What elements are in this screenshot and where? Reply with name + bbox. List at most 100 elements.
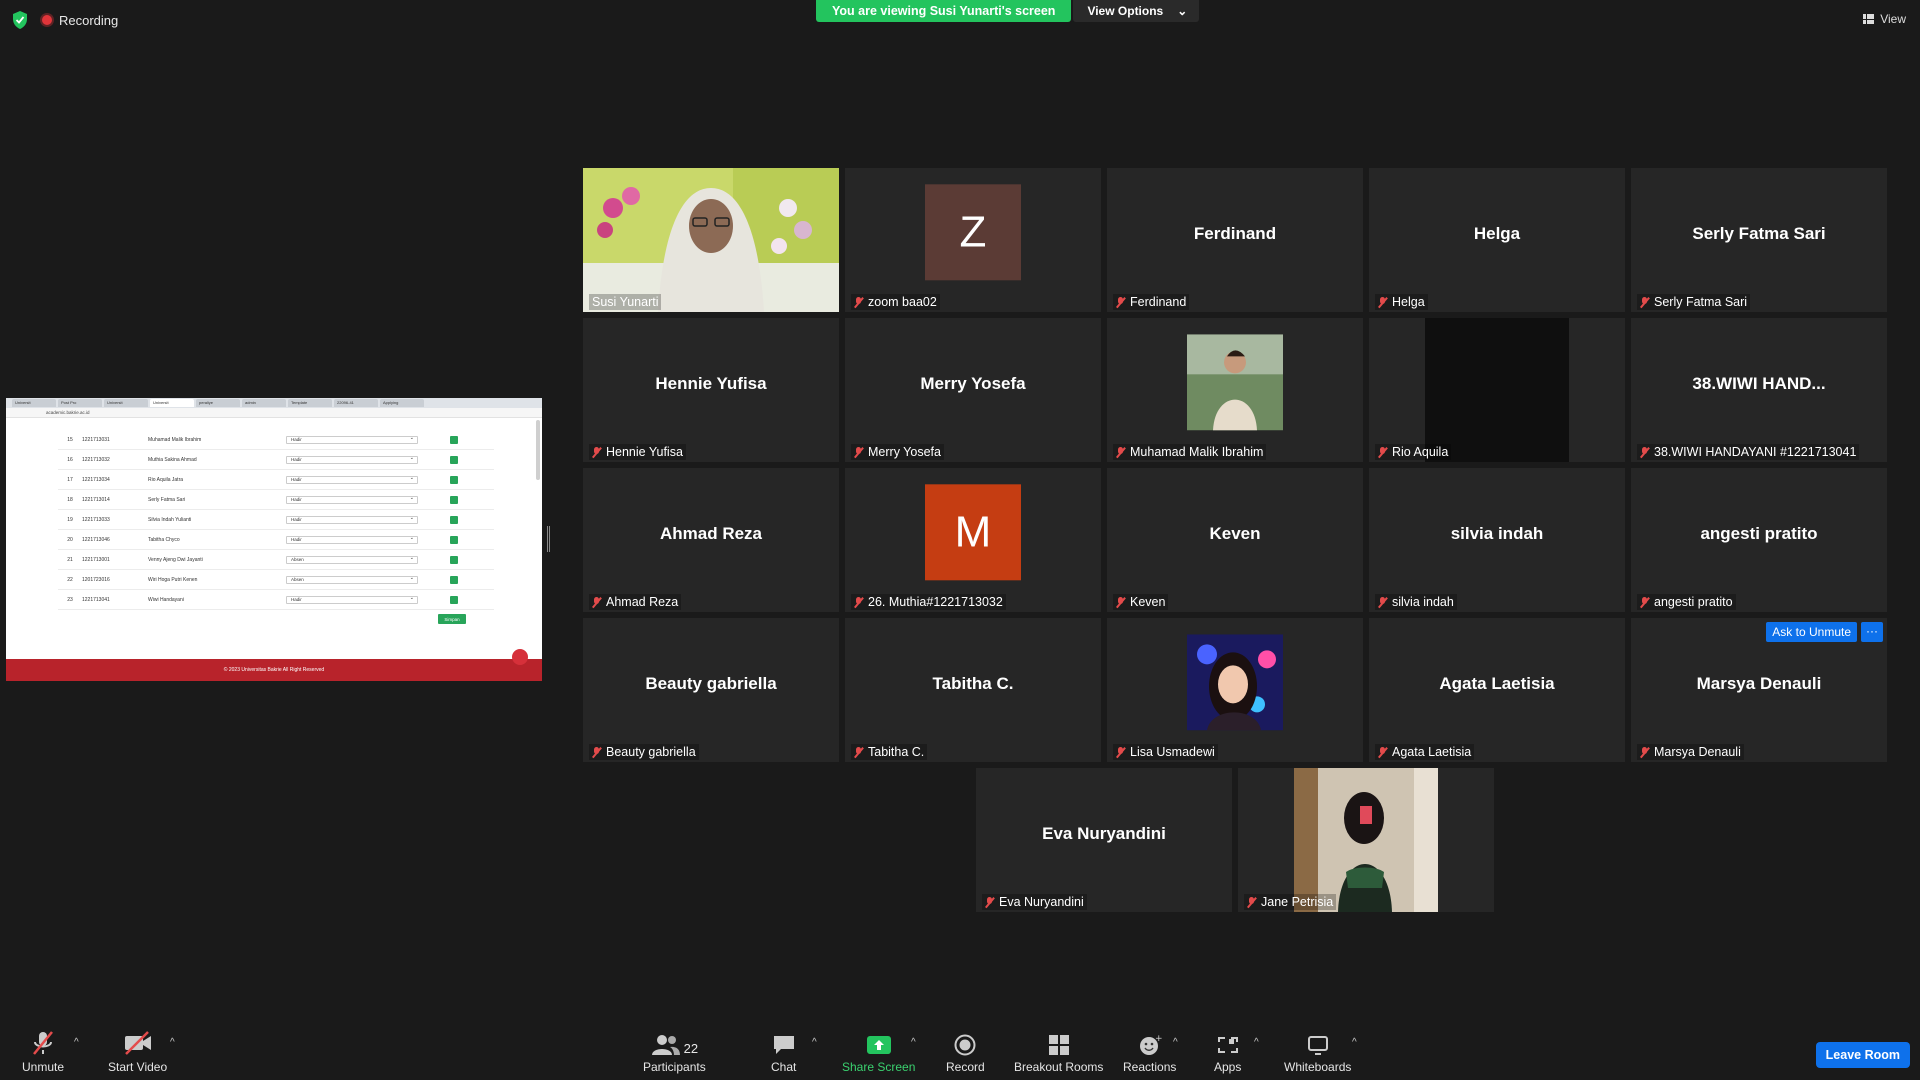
- participant-tile[interactable]: 38.WIWI HAND... 38.WIWI HANDAYANI #122171…: [1631, 318, 1887, 462]
- view-button[interactable]: View: [1863, 12, 1906, 26]
- share-screen-icon: [866, 1030, 892, 1056]
- attendance-select: Hadir: [286, 435, 418, 444]
- microphone-muted-icon: [1378, 746, 1387, 758]
- participant-name: Rio Aquila: [1392, 445, 1449, 459]
- row-number: 23: [67, 596, 73, 603]
- microphone-muted-icon: [854, 596, 863, 608]
- participant-name-label: Muhamad Malik Ibrahim: [1113, 444, 1267, 460]
- row-action-icon: [450, 535, 458, 544]
- participant-tile[interactable]: Susi Yunarti: [583, 168, 839, 312]
- chevron-down-icon: ⌄: [1177, 4, 1188, 18]
- participant-display-name: Ferdinand: [1193, 224, 1277, 243]
- chat-options-chevron-icon[interactable]: ^: [812, 1037, 817, 1048]
- row-action-icon: [450, 435, 458, 444]
- security-shield-icon[interactable]: [12, 11, 28, 29]
- more-options-button[interactable]: ···: [1861, 622, 1883, 642]
- participant-tile[interactable]: angesti pratito angesti pratito: [1631, 468, 1887, 612]
- participant-tile[interactable]: Ahmad Reza Ahmad Reza: [583, 468, 839, 612]
- participant-name: Serly Fatma Sari: [1654, 295, 1748, 309]
- apps-button[interactable]: Apps: [1214, 1030, 1241, 1074]
- participant-tile[interactable]: Rio Aquila: [1369, 318, 1625, 462]
- participant-name: zoom baa02: [868, 295, 937, 309]
- shared-screen[interactable]: Universit Post Pro Universit Universit peral…: [6, 398, 542, 681]
- row-number: 22: [67, 576, 73, 583]
- attendance-select: Hadir: [286, 595, 418, 604]
- participant-tile[interactable]: Jane Petrisia: [1238, 768, 1494, 912]
- participant-tile[interactable]: Zzoom baa02: [845, 168, 1101, 312]
- reactions-button[interactable]: + Reactions: [1123, 1030, 1176, 1074]
- participant-tile[interactable]: Merry Yosefa Merry Yosefa: [845, 318, 1101, 462]
- view-options-button[interactable]: View Options ⌄: [1073, 0, 1200, 22]
- unmute-label: Unmute: [22, 1060, 65, 1074]
- participant-name-label: Hennie Yufisa: [589, 444, 686, 460]
- attendance-select: Hadir: [286, 495, 418, 504]
- chat-button[interactable]: Chat: [771, 1030, 796, 1074]
- table-row: 18 1221713014 Serly Fatma Sari Hadir: [58, 490, 494, 510]
- participant-tile[interactable]: Serly Fatma Sari Serly Fatma Sari: [1631, 168, 1887, 312]
- participant-tile[interactable]: Eva Nuryandini Eva Nuryandini: [976, 768, 1232, 912]
- row-nim: 1221713031: [82, 436, 110, 443]
- whiteboards-button[interactable]: Whiteboards: [1284, 1030, 1351, 1074]
- save-button: Simpan: [438, 614, 466, 624]
- meeting-toolbar: Unmute ^ Start Video ^ 22 Participants C…: [0, 1022, 1920, 1080]
- participants-count: 22: [683, 1041, 699, 1056]
- participant-tile[interactable]: Helga Helga: [1369, 168, 1625, 312]
- unmute-button[interactable]: Unmute: [22, 1030, 64, 1074]
- participant-tile[interactable]: Marsya Denauli Ask to Unmute ··· Marsya Den…: [1631, 618, 1887, 762]
- row-name: Silvia Indah Yulianti: [148, 516, 192, 523]
- row-name: Venny Ajeng Dwi Jayanti: [148, 556, 203, 563]
- table-row: 15 1221713031 Muhamad Malik Ibrahim Hadir: [58, 430, 494, 450]
- breakout-rooms-button[interactable]: Breakout Rooms: [1014, 1030, 1103, 1074]
- microphone-muted-icon: [1378, 296, 1387, 308]
- row-number: 15: [67, 436, 73, 443]
- participant-name-label: Serly Fatma Sari: [1637, 294, 1751, 310]
- participant-display-name: Serly Fatma Sari: [1692, 224, 1826, 243]
- start-video-button[interactable]: Start Video: [108, 1030, 167, 1074]
- audio-options-chevron-icon[interactable]: ^: [74, 1037, 79, 1048]
- row-nim: 1221713034: [82, 476, 110, 483]
- table-row: 17 1221713034 Rio Aquila Jatra Hadir: [58, 470, 494, 490]
- reactions-options-chevron-icon[interactable]: ^: [1173, 1037, 1178, 1048]
- participant-tile[interactable]: Lisa Usmadewi: [1107, 618, 1363, 762]
- participant-tile[interactable]: Hennie Yufisa Hennie Yufisa: [583, 318, 839, 462]
- participant-tile[interactable]: Muhamad Malik Ibrahim: [1107, 318, 1363, 462]
- participant-name-label: Beauty gabriella: [589, 744, 699, 760]
- apps-options-chevron-icon[interactable]: ^: [1254, 1037, 1259, 1048]
- participant-name: Eva Nuryandini: [999, 895, 1084, 909]
- participant-name: angesti pratito: [1654, 595, 1733, 609]
- participant-name: Jane Petrisia: [1261, 895, 1334, 909]
- browser-url: academic.bakrie.ac.id: [46, 410, 90, 415]
- microphone-muted-icon: [592, 746, 601, 758]
- microphone-muted-icon: [854, 296, 863, 308]
- microphone-muted-icon: [1378, 596, 1387, 608]
- participant-tile[interactable]: Agata Laetisia Agata Laetisia: [1369, 618, 1625, 762]
- participant-tile[interactable]: Beauty gabriella Beauty gabriella: [583, 618, 839, 762]
- participant-name-label: Tabitha C.: [851, 744, 928, 760]
- record-button[interactable]: Record: [946, 1030, 985, 1074]
- participant-name-label: angesti pratito: [1637, 594, 1736, 610]
- video-options-chevron-icon[interactable]: ^: [170, 1037, 175, 1048]
- browser-tab: Universit: [104, 399, 148, 407]
- participant-display-name: Hennie Yufisa: [655, 374, 767, 393]
- participant-display-name: Eva Nuryandini: [1042, 824, 1166, 843]
- participant-tile[interactable]: silvia indah silvia indah: [1369, 468, 1625, 612]
- participant-tile[interactable]: Tabitha C. Tabitha C.: [845, 618, 1101, 762]
- participant-tile[interactable]: Keven Keven: [1107, 468, 1363, 612]
- participant-name: Tabitha C.: [868, 745, 925, 759]
- recording-indicator[interactable]: Recording: [42, 13, 118, 28]
- share-screen-button[interactable]: Share Screen: [842, 1030, 915, 1074]
- whiteboards-options-chevron-icon[interactable]: ^: [1352, 1037, 1357, 1048]
- microphone-muted-icon: [1116, 596, 1125, 608]
- participant-name: Ahmad Reza: [606, 595, 679, 609]
- participant-tile[interactable]: Ferdinand Ferdinand: [1107, 168, 1363, 312]
- row-action-icon: [450, 495, 458, 504]
- ask-to-unmute-button[interactable]: Ask to Unmute: [1766, 622, 1857, 642]
- browser-tab: Applying: [380, 399, 424, 407]
- resize-handle[interactable]: [547, 526, 550, 552]
- participant-name-label: Marsya Denauli: [1637, 744, 1744, 760]
- attendance-select: Hadir: [286, 515, 418, 524]
- share-options-chevron-icon[interactable]: ^: [911, 1037, 916, 1048]
- participant-tile[interactable]: M 26. Muthia#1221713032: [845, 468, 1101, 612]
- participants-button[interactable]: 22 Participants: [643, 1030, 706, 1074]
- leave-room-button[interactable]: Leave Room: [1815, 1042, 1910, 1068]
